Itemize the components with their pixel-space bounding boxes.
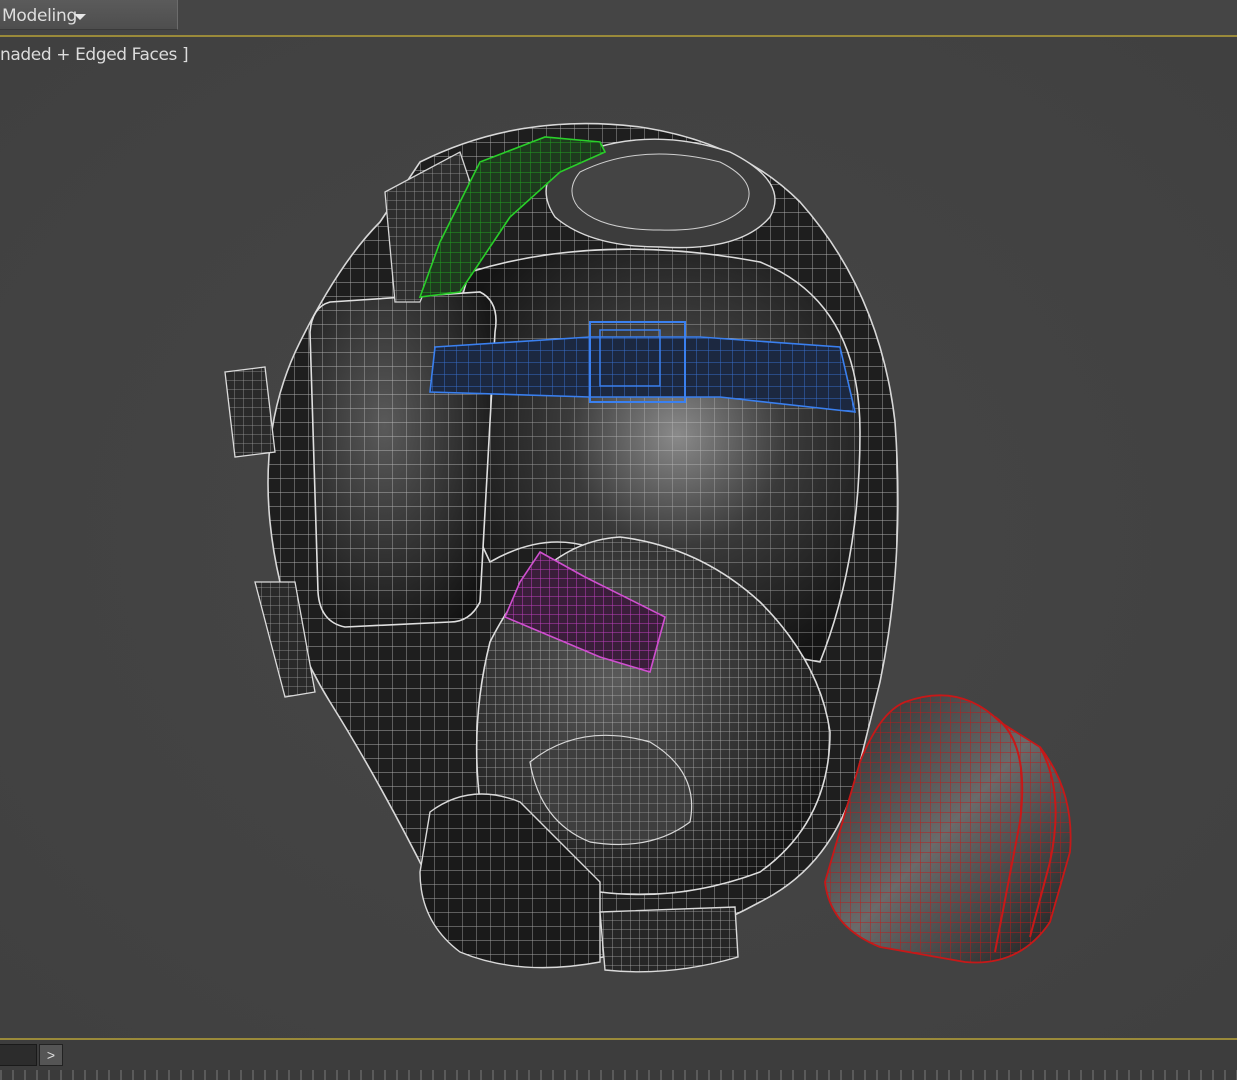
next-frame-icon: > — [46, 1047, 56, 1063]
next-frame-button[interactable]: > — [39, 1044, 63, 1066]
ribbon: Modeling — [0, 0, 1237, 35]
gas-mask-model[interactable] — [0, 37, 1237, 1040]
left-side-pad[interactable] — [309, 291, 497, 628]
modeling-label: Modeling — [2, 6, 77, 26]
modeling-dropdown[interactable]: Modeling — [0, 0, 178, 30]
chevron-down-icon[interactable] — [74, 14, 86, 20]
time-slider[interactable] — [0, 1044, 37, 1066]
app-window: Modeling naded + Edged Faces ] > — [0, 0, 1237, 1080]
timeline-ruler[interactable] — [0, 1070, 1237, 1080]
perspective-viewport[interactable]: naded + Edged Faces ] — [0, 35, 1237, 1040]
timeline-bar: > — [0, 1040, 1237, 1080]
